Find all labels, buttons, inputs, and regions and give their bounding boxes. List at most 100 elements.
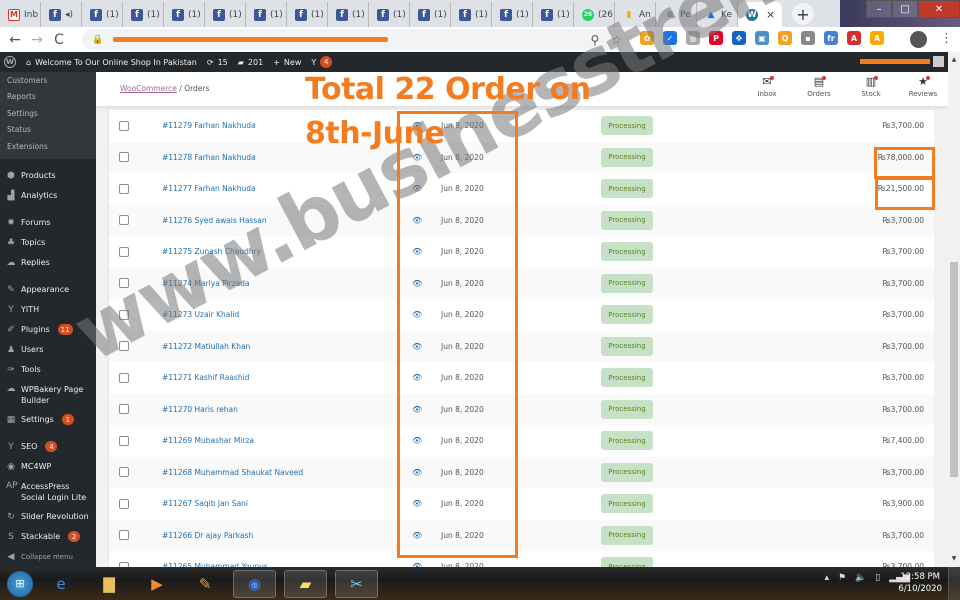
- browser-tab[interactable]: f (1): [328, 2, 369, 27]
- order-link[interactable]: #11277 Farhan Nakhuda: [162, 184, 256, 193]
- ext-sq-icon[interactable]: ✿: [640, 31, 654, 45]
- close-tab-icon[interactable]: ×: [766, 8, 775, 21]
- internet-explorer-icon[interactable]: e: [41, 570, 81, 598]
- zoom-icon[interactable]: ⚲: [590, 33, 599, 47]
- scroll-down-arrow-icon[interactable]: ▼: [948, 553, 960, 565]
- row-checkbox[interactable]: [119, 372, 129, 383]
- sidebar-item-slider-revolution[interactable]: ↻ Slider Revolution: [0, 507, 96, 527]
- browser-menu-icon[interactable]: ⋮: [940, 31, 953, 46]
- file-explorer-icon[interactable]: ▇: [89, 570, 129, 598]
- browser-tab[interactable]: f (1): [246, 2, 287, 27]
- sidebar-item-wpbakery[interactable]: ☁ WPBakery Page Builder: [0, 380, 96, 410]
- new-tab-button[interactable]: +: [792, 3, 814, 25]
- submenu-item-reports[interactable]: Reports: [0, 89, 96, 106]
- minimize-button[interactable]: –: [866, 0, 892, 18]
- row-checkbox[interactable]: [119, 467, 129, 478]
- browser-tab[interactable]: ≡ Pe: [656, 2, 697, 27]
- reload-button[interactable]: C: [48, 32, 70, 48]
- row-checkbox[interactable]: [119, 152, 129, 163]
- sticky-notes-icon[interactable]: ▰: [284, 569, 327, 598]
- sidebar-item-replies[interactable]: ☁ Replies: [0, 253, 96, 273]
- power-icon[interactable]: ▯: [875, 573, 880, 583]
- stock-button[interactable]: ▥ Stock: [856, 76, 886, 99]
- browser-tab[interactable]: 26 (26: [574, 2, 615, 27]
- order-link[interactable]: #11276 Syed awais Hassan: [162, 216, 267, 225]
- new-content-link[interactable]: + New: [273, 58, 301, 67]
- order-link[interactable]: #11279 Farhan Nakhuda: [162, 121, 256, 130]
- page-scrollbar[interactable]: ▲ ▼: [948, 52, 960, 567]
- order-link[interactable]: #11274 Mariya Pirzada: [162, 279, 250, 288]
- user-name-redacted[interactable]: [860, 59, 930, 64]
- sidebar-item-mc4wp[interactable]: ◉ MC4WP: [0, 457, 96, 477]
- ext-search-icon[interactable]: Q: [778, 31, 792, 45]
- sidebar-item-analytics[interactable]: ▟ Analytics: [0, 186, 96, 206]
- submenu-item-status[interactable]: Status: [0, 122, 96, 139]
- order-link[interactable]: #11273 Uzair Khalid: [162, 310, 239, 319]
- row-checkbox[interactable]: [119, 278, 129, 289]
- sidebar-item-yith[interactable]: Y YITH: [0, 300, 96, 320]
- order-link[interactable]: #11278 Farhan Nakhuda: [162, 153, 256, 162]
- sidebar-item-users[interactable]: ♟ Users: [0, 340, 96, 360]
- row-checkbox[interactable]: [119, 120, 129, 131]
- close-window-button[interactable]: ✕: [918, 0, 960, 18]
- browser-tab[interactable]: ▮ An: [615, 2, 656, 27]
- submenu-item-settings[interactable]: Settings: [0, 105, 96, 122]
- row-checkbox[interactable]: [119, 309, 129, 320]
- order-link[interactable]: #11270 Haris rehan: [162, 405, 238, 414]
- ext-af-icon[interactable]: A: [847, 31, 861, 45]
- bookmark-star-icon[interactable]: ☆: [611, 33, 622, 47]
- row-checkbox[interactable]: [119, 498, 129, 509]
- sidebar-item-forums[interactable]: ✹ Forums: [0, 213, 96, 233]
- orders-button[interactable]: ▤ Orders: [804, 76, 834, 99]
- snipping-tool-icon[interactable]: ✂: [335, 569, 378, 598]
- tab-active-wordpress[interactable]: W ×: [738, 2, 782, 27]
- ext-bars-icon[interactable]: ▪: [801, 31, 815, 45]
- order-link[interactable]: #11271 Kashif Raashid: [162, 373, 249, 382]
- order-link[interactable]: #11275 Zunash Chaudhry: [162, 247, 261, 256]
- paint-icon[interactable]: ✎: [185, 570, 225, 598]
- media-player-icon[interactable]: ▶: [137, 570, 177, 598]
- row-checkbox[interactable]: [119, 530, 129, 541]
- browser-tab[interactable]: f (1): [369, 2, 410, 27]
- row-checkbox[interactable]: [119, 341, 129, 352]
- sidebar-item-seo[interactable]: Y SEO 4: [0, 437, 96, 457]
- ext-keyhole-icon[interactable]: ▣: [755, 31, 769, 45]
- row-checkbox[interactable]: [119, 183, 129, 194]
- browser-tab[interactable]: f (1): [82, 2, 123, 27]
- lock-icon[interactable]: 🔒: [92, 35, 103, 45]
- sidebar-item-appearance[interactable]: ✎ Appearance: [0, 280, 96, 300]
- sidebar-item-collapse[interactable]: ◀ Collapse menu: [0, 547, 96, 567]
- sidebar-item-products[interactable]: ⬢ Products: [0, 166, 96, 186]
- browser-tab[interactable]: f (1): [410, 2, 451, 27]
- comments-link[interactable]: ▰ 201: [238, 58, 263, 67]
- order-link[interactable]: #11267 Saqib Jan Sani: [162, 499, 248, 508]
- row-checkbox[interactable]: [119, 215, 129, 226]
- browser-tab[interactable]: f (1): [164, 2, 205, 27]
- submenu-item-extensions[interactable]: Extensions: [0, 138, 96, 155]
- row-checkbox[interactable]: [119, 246, 129, 257]
- back-button[interactable]: ←: [4, 32, 26, 48]
- browser-tab[interactable]: M Inb: [0, 2, 41, 27]
- browser-tab[interactable]: f ◂): [41, 2, 82, 27]
- sidebar-item-settings[interactable]: ▦ Settings 1: [0, 410, 96, 430]
- breadcrumb-woocommerce-link[interactable]: WooCommerce: [120, 84, 177, 93]
- order-link[interactable]: #11269 Mubashar Mirza: [162, 436, 254, 445]
- browser-tab[interactable]: f (1): [533, 2, 574, 27]
- site-name-link[interactable]: ⌂ Welcome To Our Online Shop In Pakistan: [26, 58, 197, 67]
- clock[interactable]: 12:58 PM 6/10/2020: [898, 571, 942, 595]
- browser-tab[interactable]: ▲ Ke: [697, 2, 738, 27]
- tray-overflow-icon[interactable]: ▴: [824, 573, 829, 583]
- scrollbar-thumb[interactable]: [950, 262, 958, 477]
- sidebar-item-topics[interactable]: ♣ Topics: [0, 233, 96, 253]
- ext-a-icon[interactable]: A: [870, 31, 884, 45]
- browser-tab[interactable]: f (1): [451, 2, 492, 27]
- ext-target-icon[interactable]: ✥: [732, 31, 746, 45]
- order-link[interactable]: #11268 Muhammad Shaukat Naveed: [162, 468, 303, 477]
- wordpress-logo-icon[interactable]: W: [4, 56, 16, 68]
- row-checkbox[interactable]: [119, 404, 129, 415]
- show-desktop-button[interactable]: [948, 567, 960, 600]
- browser-tab[interactable]: f (1): [205, 2, 246, 27]
- maximize-button[interactable]: □: [892, 0, 918, 18]
- forward-button[interactable]: →: [26, 32, 48, 48]
- ext-check-icon[interactable]: ✓: [663, 31, 677, 45]
